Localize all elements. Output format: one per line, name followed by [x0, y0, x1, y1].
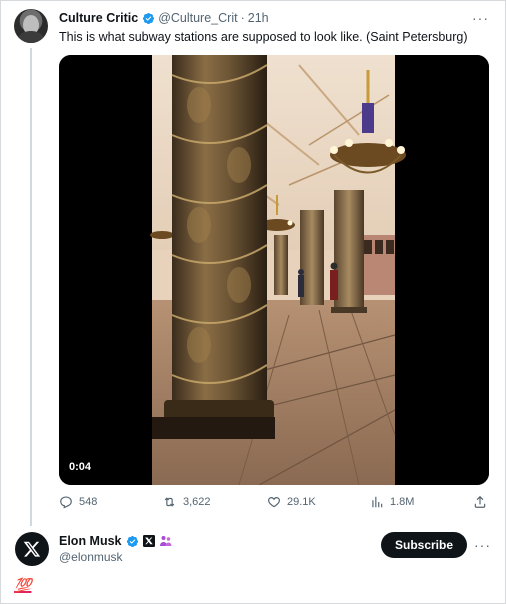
separator-dot: · — [240, 11, 245, 25]
reply-header: Elon Musk — [59, 533, 173, 549]
x-logo-icon — [23, 541, 41, 557]
reply-count: 548 — [79, 496, 98, 508]
views-icon — [372, 496, 383, 508]
more-options-icon[interactable]: ··· — [472, 10, 489, 26]
verified-badge-icon — [142, 12, 155, 25]
heart-icon — [268, 497, 280, 508]
subscribe-button[interactable]: Subscribe — [381, 532, 467, 558]
repost-icon — [164, 497, 175, 507]
subway-station-video-frame — [59, 55, 489, 485]
x-logo-avatar[interactable] — [15, 532, 49, 566]
post-timestamp[interactable]: 21h — [248, 11, 269, 25]
reply-icon — [60, 496, 72, 509]
reply-author-name[interactable]: Elon Musk — [59, 534, 122, 548]
views-metric[interactable]: 1.8M — [370, 495, 414, 509]
more-options-icon[interactable]: ··· — [474, 537, 491, 553]
views-count: 1.8M — [390, 496, 415, 508]
like-count: 29.1K — [287, 496, 316, 508]
author-handle[interactable]: @Culture_Crit — [158, 11, 237, 25]
post-text: This is what subway stations are suppose… — [59, 30, 468, 44]
share-button[interactable] — [473, 495, 487, 509]
culture-critic-avatar[interactable] — [14, 9, 48, 43]
reply-metric[interactable]: 548 — [59, 495, 97, 509]
reply-author-handle[interactable]: @elonmusk — [59, 550, 123, 564]
like-metric[interactable]: 29.1K — [267, 495, 316, 509]
people-icon — [159, 535, 173, 547]
share-icon — [474, 495, 486, 508]
x-affiliation-badge-icon — [142, 535, 155, 547]
author-name[interactable]: Culture Critic — [59, 11, 138, 25]
thread-connector-line — [30, 48, 32, 526]
engagement-bar: 548 3,622 29.1K 1.8M — [59, 495, 489, 513]
verified-badge-icon — [126, 535, 139, 548]
video-duration: 0:04 — [69, 461, 92, 473]
avatar-body-shape — [18, 31, 44, 43]
repost-count: 3,622 — [183, 496, 211, 508]
video-player[interactable]: 0:04 — [59, 55, 489, 485]
hundred-emoji-reply-text: 💯 — [14, 577, 32, 593]
repost-metric[interactable]: 3,622 — [162, 495, 211, 509]
post-header: Culture Critic @Culture_Crit · 21h — [59, 10, 269, 26]
